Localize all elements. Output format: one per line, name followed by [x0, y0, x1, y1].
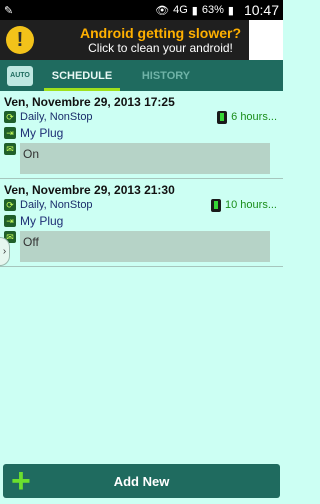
clock: 10:47: [243, 2, 279, 18]
divider: [0, 266, 283, 267]
eye-icon: 👁: [155, 4, 170, 17]
ad-title: Android getting slower?: [80, 25, 241, 41]
repeat-label: Daily, NonStop: [20, 111, 93, 123]
ad-panel: [249, 20, 283, 60]
warning-icon: !: [6, 26, 34, 54]
schedule-item[interactable]: Ven, Novembre 29, 2013 17:25 ⟳ Daily, No…: [0, 95, 283, 179]
plug-icon: ⇥: [4, 215, 16, 227]
battery-icon: [211, 198, 222, 212]
plug-icon: ⇥: [4, 127, 16, 139]
add-new-label: Add New: [113, 473, 170, 489]
ad-subtitle: Click to clean your android!: [88, 41, 233, 55]
device-name: My Plug: [20, 126, 64, 140]
chat-icon: AUTO: [7, 65, 33, 86]
repeat-icon: ⟳: [4, 111, 16, 123]
add-new-button[interactable]: + Add New: [3, 464, 280, 498]
divider: [0, 178, 283, 179]
tab-bar: AUTO SCHEDULE HISTORY: [0, 60, 283, 91]
ad-banner[interactable]: ! Android getting slower? Click to clean…: [0, 20, 283, 60]
time-left: 10 hours...: [211, 198, 277, 212]
plus-icon: +: [11, 462, 31, 500]
device-name: My Plug: [20, 214, 64, 228]
battery-icon: [217, 110, 228, 124]
message-icon: ✉: [4, 143, 16, 155]
schedule-list: Ven, Novembre 29, 2013 17:25 ⟳ Daily, No…: [0, 95, 283, 267]
message-text: On: [20, 143, 270, 174]
signal-icon: ▮: [191, 4, 198, 17]
app-logo: AUTO: [0, 60, 40, 91]
status-bar: ✎ 👁 4G ▮ 63% ▮ 10:47: [0, 0, 283, 20]
network-type: 4G: [173, 4, 188, 16]
message-text: Off: [20, 231, 270, 262]
edit-icon: ✎: [4, 4, 14, 17]
schedule-date: Ven, Novembre 29, 2013 17:25: [4, 95, 175, 109]
repeat-label: Daily, NonStop: [20, 199, 93, 211]
battery-icon: ▮: [227, 4, 234, 17]
battery-percent: 63%: [201, 4, 224, 16]
repeat-icon: ⟳: [4, 199, 16, 211]
schedule-date: Ven, Novembre 29, 2013 21:30: [4, 183, 175, 197]
tab-schedule[interactable]: SCHEDULE: [40, 60, 124, 91]
tab-history[interactable]: HISTORY: [124, 60, 208, 91]
time-left: 6 hours...: [217, 110, 277, 124]
schedule-item[interactable]: Ven, Novembre 29, 2013 21:30 ⟳ Daily, No…: [0, 183, 283, 267]
